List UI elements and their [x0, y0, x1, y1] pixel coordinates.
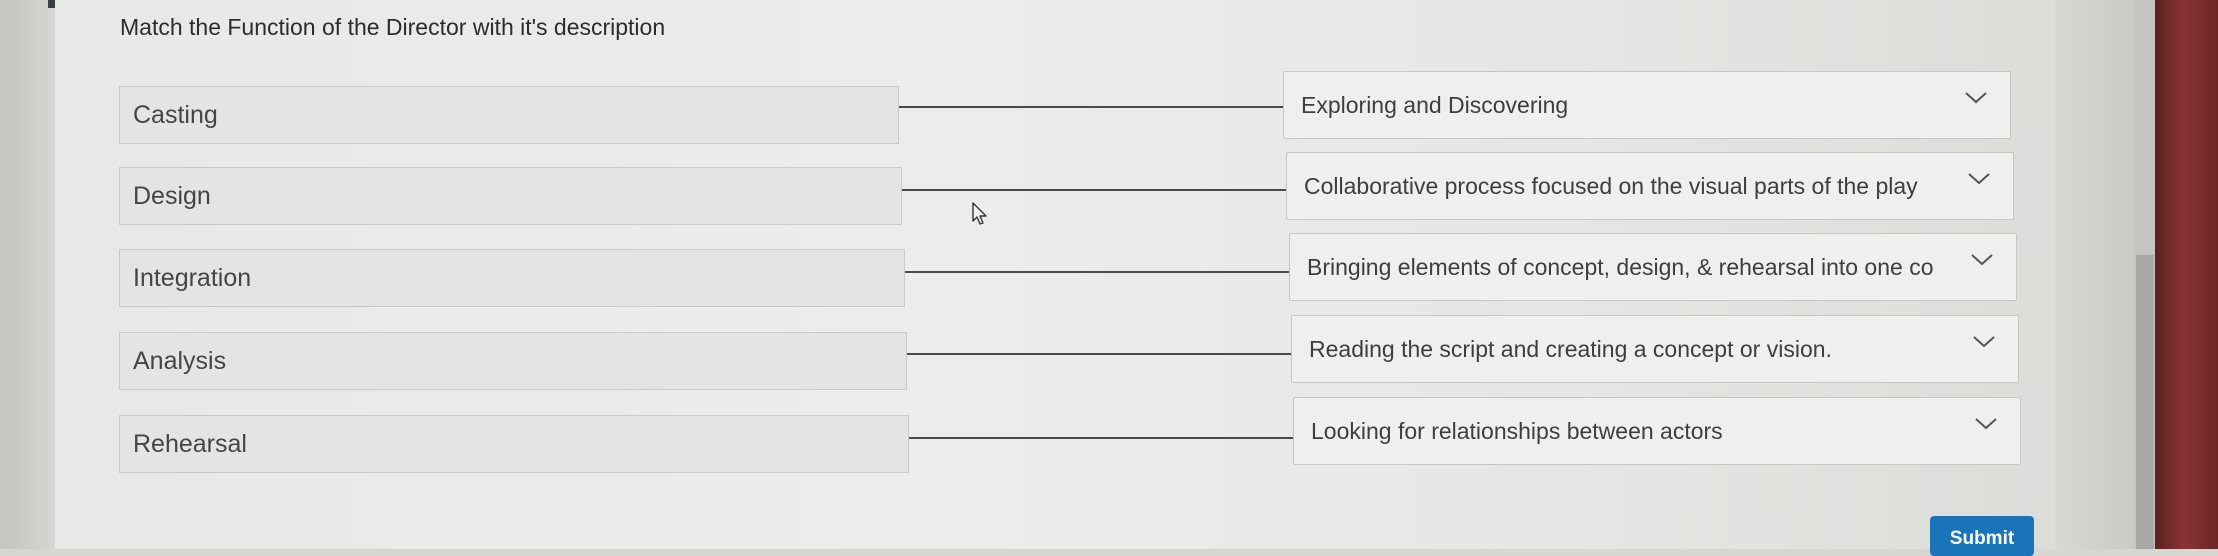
- answer-select-4[interactable]: Reading the script and creating a concep…: [1291, 315, 2019, 383]
- term-rehearsal[interactable]: Rehearsal: [119, 415, 909, 473]
- chevron-down-icon[interactable]: [1972, 334, 1996, 350]
- submit-button[interactable]: Submit: [1930, 516, 2034, 556]
- answer-text: Looking for relationships between actors: [1311, 418, 1723, 444]
- chevron-down-icon[interactable]: [1970, 252, 1994, 268]
- match-line: [899, 106, 1283, 108]
- match-line: [905, 271, 1289, 273]
- panel-right-shade: [2055, 0, 2135, 549]
- chevron-down-icon[interactable]: [1967, 171, 1991, 187]
- term-analysis[interactable]: Analysis: [119, 332, 907, 390]
- term-casting[interactable]: Casting: [119, 86, 899, 144]
- match-line: [909, 437, 1293, 439]
- term-label: Casting: [133, 100, 218, 129]
- term-label: Design: [133, 181, 211, 210]
- answer-select-5[interactable]: Looking for relationships between actors: [1293, 397, 2021, 465]
- term-label: Rehearsal: [133, 429, 247, 458]
- term-label: Analysis: [133, 346, 227, 375]
- mouse-pointer-icon: [972, 202, 987, 225]
- answer-text: Exploring and Discovering: [1301, 92, 1569, 118]
- answer-select-3[interactable]: Bringing elements of concept, design, & …: [1289, 233, 2017, 301]
- scrollbar-thumb[interactable]: [2136, 255, 2154, 549]
- term-label: Integration: [133, 263, 252, 292]
- answer-text: Collaborative process focused on the vis…: [1304, 173, 1918, 199]
- chevron-down-icon[interactable]: [1974, 416, 1998, 432]
- answer-text: Reading the script and creating a concep…: [1309, 336, 1832, 362]
- term-design[interactable]: Design: [119, 167, 902, 225]
- chevron-down-icon[interactable]: [1964, 90, 1988, 106]
- term-integration[interactable]: Integration: [119, 249, 905, 307]
- match-line: [902, 189, 1286, 191]
- answer-select-2[interactable]: Collaborative process focused on the vis…: [1286, 152, 2014, 220]
- monitor-frame-edge: [2155, 0, 2218, 549]
- answer-select-1[interactable]: Exploring and Discovering: [1283, 71, 2011, 139]
- match-line: [907, 353, 1291, 355]
- answer-text: Bringing elements of concept, design, & …: [1307, 254, 1934, 280]
- question-text: Match the Function of the Director with …: [120, 14, 666, 40]
- left-window-edge: [0, 0, 50, 549]
